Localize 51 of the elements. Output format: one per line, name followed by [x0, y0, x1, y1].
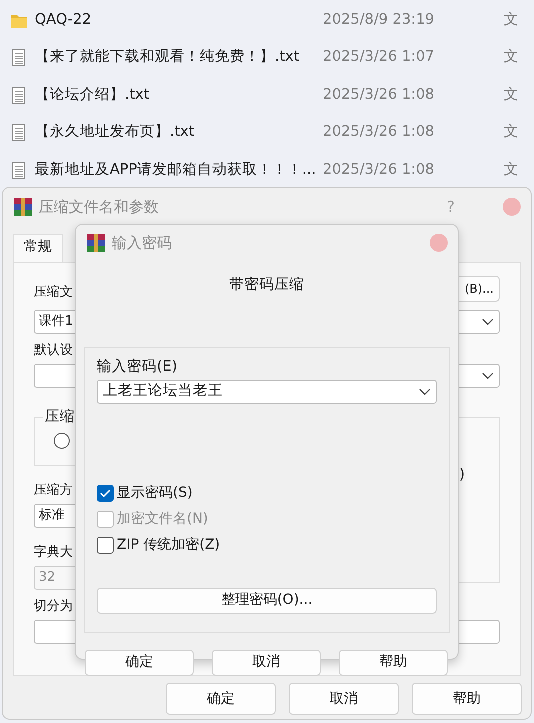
file-type: 文	[504, 123, 519, 142]
text-file-icon	[10, 124, 28, 142]
dialog-button[interactable]: 取消	[212, 650, 321, 676]
field-label: 压缩文	[34, 284, 73, 302]
field-label: 默认设	[34, 342, 73, 360]
file-name: 【来了就能下载和观看！纯免费！】.txt	[35, 48, 301, 68]
chevron-icon	[419, 388, 431, 396]
file-name: QAQ-22	[35, 10, 93, 30]
archive-icon	[13, 197, 33, 217]
checkbox-label: ZIP 传统加密(Z)	[117, 536, 220, 556]
text-file-icon	[10, 162, 28, 180]
dialog-button[interactable]: 帮助	[412, 683, 522, 715]
file-name: 【论坛介绍】.txt	[35, 86, 151, 105]
file-date: 2025/3/26 1:08	[323, 86, 436, 105]
file-name: 最新地址及APP请发邮箱自动获取！！！...	[35, 160, 318, 180]
chevron-icon	[482, 318, 494, 326]
field-label: 字典大	[34, 544, 73, 562]
file-type: 文	[504, 48, 519, 68]
check-icon	[100, 489, 111, 498]
text-file-icon	[10, 49, 28, 68]
window-title: 压缩文件名和参数	[39, 196, 160, 218]
file-date: 2025/3/26 1:08	[323, 123, 436, 142]
checkbox[interactable]	[97, 485, 114, 502]
field-label: 压缩方	[34, 482, 73, 500]
file-type: 文	[504, 86, 519, 105]
dialog-button[interactable]: 确定	[166, 683, 276, 715]
dialog-button[interactable]: 确定	[85, 650, 194, 676]
archive-icon	[86, 233, 106, 253]
checkbox[interactable]	[97, 537, 114, 554]
option-label: )	[459, 466, 465, 484]
file-type: 文	[504, 10, 519, 30]
file-date: 2025/3/26 1:08	[323, 160, 436, 180]
text-file-icon	[10, 86, 28, 105]
group-label: 压缩	[43, 408, 77, 426]
window-title: 输入密码	[112, 232, 173, 254]
dialog-button[interactable]: 帮助	[339, 650, 448, 676]
radio-button[interactable]	[54, 433, 70, 449]
checkbox-label: 显示密码(S)	[117, 484, 193, 504]
password-combo[interactable]: 上老王论坛当老王	[97, 380, 437, 404]
field-label: 输入密码(E)	[97, 358, 178, 376]
file-name: 【永久地址发布页】.txt	[35, 122, 196, 142]
organize-passwords-button[interactable]: 整理密码(O)...	[97, 588, 437, 614]
file-date: 2025/3/26 1:07	[323, 48, 436, 68]
field-label: 切分为	[34, 598, 73, 616]
chevron-icon	[482, 372, 494, 380]
file-date: 2025/8/9 23:19	[323, 10, 436, 30]
dialog-heading: 带密码压缩	[228, 276, 306, 295]
checkbox-label: 加密文件名(N)	[117, 510, 208, 530]
dialog-button[interactable]: 取消	[289, 683, 399, 715]
tab[interactable]: 常规	[13, 234, 63, 262]
file-type: 文	[504, 160, 519, 180]
